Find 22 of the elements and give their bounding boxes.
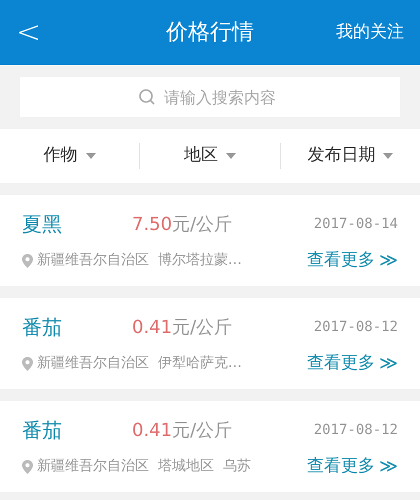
- date-text: 2017-08-14: [314, 214, 398, 234]
- view-more-link[interactable]: 查看更多 ≫: [307, 247, 398, 274]
- crop-name: 番茄: [22, 314, 63, 341]
- back-button[interactable]: <: [16, 10, 56, 55]
- filter-dropdown[interactable]: 地区: [184, 143, 236, 169]
- follow-link[interactable]: 我的关注: [336, 20, 404, 46]
- crop-name: 番茄: [22, 417, 63, 444]
- location-text: 新疆维吾尔自治区 博尔塔拉蒙…: [37, 251, 242, 270]
- filter-dropdown[interactable]: 发布日期: [307, 143, 394, 169]
- search-field[interactable]: 请输入搜索内容: [20, 77, 400, 117]
- view-more-link[interactable]: 查看更多 ≫: [307, 453, 398, 480]
- page-title: 价格行情: [166, 19, 254, 47]
- price-text: 0.41元/公斤: [132, 418, 232, 442]
- location-text: 新疆维吾尔自治区 塔城地区 乌苏: [37, 457, 251, 476]
- date-text: 2017-08-12: [314, 420, 398, 440]
- crop-name: 夏黑: [22, 211, 63, 238]
- view-more-link[interactable]: 查看更多 ≫: [307, 350, 398, 377]
- location-text: 新疆维吾尔自治区 伊犁哈萨克…: [37, 354, 242, 373]
- filter-dropdown[interactable]: 作物: [44, 143, 96, 169]
- price-text: 0.41元/公斤: [132, 316, 232, 340]
- price-text: 7.50元/公斤: [132, 212, 232, 236]
- date-text: 2017-08-12: [314, 318, 398, 336]
